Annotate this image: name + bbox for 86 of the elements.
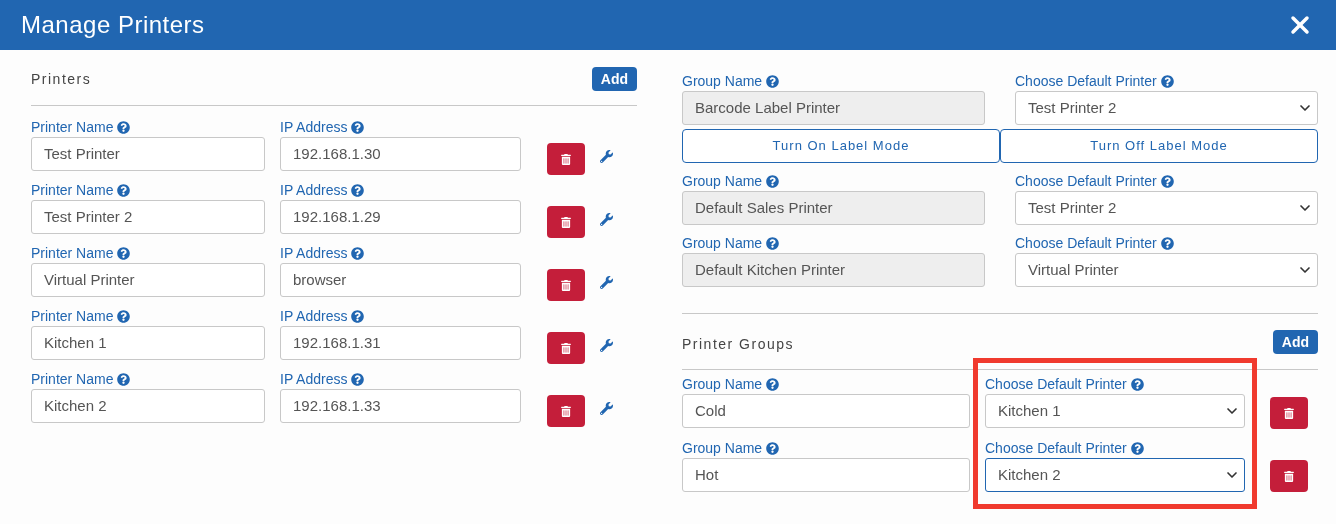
- help-icon[interactable]: [117, 246, 131, 260]
- field-label: IP Address: [280, 369, 348, 389]
- label-mode-button[interactable]: Turn Off Label Mode: [1000, 129, 1318, 163]
- delete-button[interactable]: [1270, 460, 1308, 492]
- text-field[interactable]: Test Printer: [31, 137, 265, 171]
- label-mode-button[interactable]: Turn On Label Mode: [682, 129, 1000, 163]
- text-field[interactable]: Virtual Printer: [31, 263, 265, 297]
- help-icon[interactable]: [117, 120, 131, 134]
- trash-icon: [1284, 470, 1294, 482]
- delete-button[interactable]: [547, 143, 585, 175]
- trash-icon: [561, 216, 571, 228]
- printer-select[interactable]: Test Printer 2: [1015, 191, 1318, 225]
- help-icon[interactable]: [766, 377, 780, 391]
- field-label: IP Address: [280, 117, 348, 137]
- section-title: Printers: [31, 69, 92, 89]
- text-field[interactable]: Barcode Label Printer: [682, 91, 985, 125]
- text-field[interactable]: Hot: [682, 458, 970, 492]
- printer-select[interactable]: Kitchen 2: [985, 458, 1245, 492]
- help-icon[interactable]: [117, 183, 131, 197]
- field-label: Printer Name: [31, 369, 114, 389]
- delete-button[interactable]: [547, 269, 585, 301]
- text-field[interactable]: Cold: [682, 394, 970, 428]
- delete-button[interactable]: [1270, 397, 1308, 429]
- text-field[interactable]: 192.168.1.30: [280, 137, 521, 171]
- field-label: IP Address: [280, 306, 348, 326]
- text-field[interactable]: browser: [280, 263, 521, 297]
- field-label: IP Address: [280, 180, 348, 200]
- help-icon[interactable]: [351, 372, 365, 386]
- add-button[interactable]: Add: [1272, 330, 1318, 354]
- field-label: Group Name: [682, 374, 763, 394]
- help-icon[interactable]: [117, 309, 131, 323]
- field-label: Printer Name: [31, 117, 114, 137]
- printer-select[interactable]: Kitchen 1: [985, 394, 1245, 428]
- trash-icon: [1284, 407, 1294, 419]
- printer-select[interactable]: Virtual Printer: [1015, 253, 1318, 287]
- field-label: Group Name: [682, 233, 763, 253]
- add-button[interactable]: Add: [591, 67, 637, 91]
- help-icon[interactable]: [766, 174, 780, 188]
- wrench-icon[interactable]: [600, 150, 613, 163]
- help-icon[interactable]: [766, 236, 780, 250]
- text-field[interactable]: Kitchen 2: [31, 389, 265, 423]
- window-title: Manage Printers: [21, 10, 205, 40]
- text-field[interactable]: 192.168.1.33: [280, 389, 521, 423]
- help-icon[interactable]: [766, 441, 780, 455]
- field-label: Printer Name: [31, 180, 114, 200]
- wrench-icon[interactable]: [600, 402, 613, 415]
- help-icon[interactable]: [351, 309, 365, 323]
- field-label: Group Name: [682, 71, 763, 91]
- field-label: Choose Default Printer: [1015, 171, 1157, 191]
- text-field[interactable]: Default Sales Printer: [682, 191, 985, 225]
- field-label: Choose Default Printer: [1015, 71, 1157, 91]
- text-field[interactable]: 192.168.1.29: [280, 200, 521, 234]
- field-label: Choose Default Printer: [985, 374, 1127, 394]
- help-icon[interactable]: [1130, 377, 1144, 391]
- field-label: Printer Name: [31, 243, 114, 263]
- field-label: Printer Name: [31, 306, 114, 326]
- field-label: Choose Default Printer: [1015, 233, 1157, 253]
- text-field[interactable]: Default Kitchen Printer: [682, 253, 985, 287]
- text-field[interactable]: Test Printer 2: [31, 200, 265, 234]
- delete-button[interactable]: [547, 395, 585, 427]
- trash-icon: [561, 279, 571, 291]
- printer-select[interactable]: Test Printer 2: [1015, 91, 1318, 125]
- text-field[interactable]: Kitchen 1: [31, 326, 265, 360]
- text-field[interactable]: 192.168.1.31: [280, 326, 521, 360]
- trash-icon: [561, 342, 571, 354]
- help-icon[interactable]: [1130, 441, 1144, 455]
- section-title: Printer Groups: [682, 334, 795, 354]
- wrench-icon[interactable]: [600, 339, 613, 352]
- wrench-icon[interactable]: [600, 276, 613, 289]
- help-icon[interactable]: [1160, 236, 1174, 250]
- help-icon[interactable]: [117, 372, 131, 386]
- help-icon[interactable]: [351, 246, 365, 260]
- field-label: Choose Default Printer: [985, 438, 1127, 458]
- delete-button[interactable]: [547, 332, 585, 364]
- help-icon[interactable]: [1160, 74, 1174, 88]
- help-icon[interactable]: [1160, 174, 1174, 188]
- help-icon[interactable]: [351, 183, 365, 197]
- trash-icon: [561, 405, 571, 417]
- wrench-icon[interactable]: [600, 213, 613, 226]
- help-icon[interactable]: [351, 120, 365, 134]
- help-icon[interactable]: [766, 74, 780, 88]
- field-label: Group Name: [682, 438, 763, 458]
- trash-icon: [561, 153, 571, 165]
- field-label: IP Address: [280, 243, 348, 263]
- field-label: Group Name: [682, 171, 763, 191]
- delete-button[interactable]: [547, 206, 585, 238]
